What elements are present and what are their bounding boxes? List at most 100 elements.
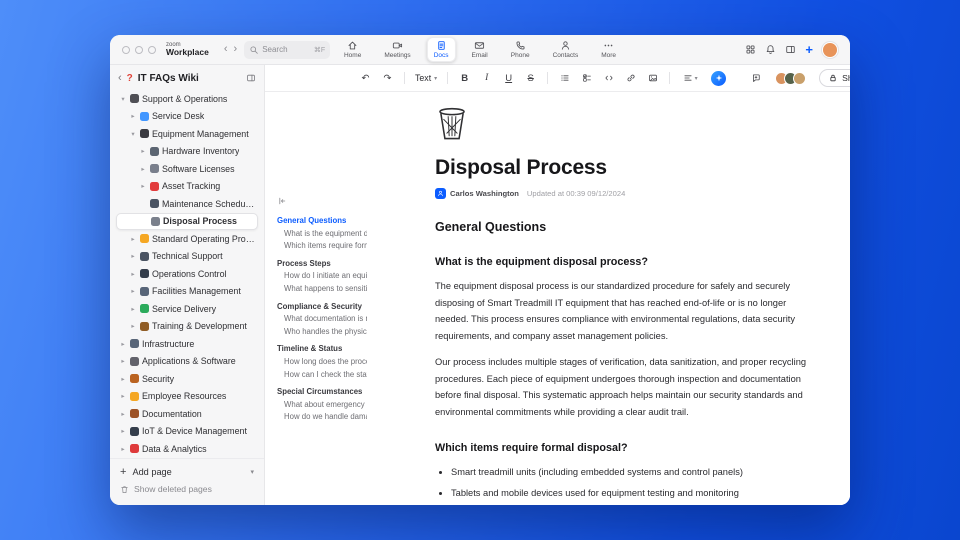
tab-contacts[interactable]: Contacts — [546, 37, 586, 62]
logo-workplace: Workplace — [166, 47, 209, 58]
sidebar-item[interactable]: ▸ Hardware Inventory — [116, 143, 258, 161]
chevron-right-icon: ▸ — [141, 165, 145, 173]
comment-button[interactable] — [747, 70, 764, 87]
docs-folder-icon — [130, 409, 139, 419]
outline-item[interactable]: Which items require formal ... — [277, 240, 367, 253]
sidebar-item[interactable]: ▸ Asset Tracking — [116, 178, 258, 196]
apps-icon — [130, 356, 139, 366]
outline-item[interactable]: Who handles the physical di... — [277, 326, 367, 339]
server-icon — [130, 339, 139, 349]
outline-item[interactable]: How can I check the status ... — [277, 369, 367, 382]
chevron-right-icon: ▸ — [141, 148, 145, 156]
sidebar-item[interactable]: ▸ Service Desk — [116, 108, 258, 126]
outline-item[interactable]: Compliance & Security — [277, 301, 367, 314]
redo-button[interactable]: ↷ — [379, 70, 396, 87]
align-dropdown[interactable]: ▾ — [678, 70, 702, 87]
doc-canvas[interactable]: General Questions What is the equipment d… — [265, 92, 850, 505]
outline-item[interactable]: What about emergency dis... — [277, 399, 367, 412]
sidebar-item[interactable]: ▸ Security — [116, 370, 258, 388]
sidebar-item[interactable]: ▸ Operations Control — [116, 265, 258, 283]
new-button[interactable]: + — [805, 43, 813, 56]
user-avatar[interactable] — [822, 41, 838, 58]
toolbar-divider — [404, 72, 405, 84]
sidebar-item-label: Asset Tracking — [162, 181, 221, 192]
window-minimize-button[interactable] — [135, 45, 143, 54]
code-icon[interactable] — [600, 70, 617, 87]
sidebar-item[interactable]: ▸ Documentation — [116, 405, 258, 423]
chevron-down-icon[interactable]: ▾ — [250, 468, 254, 476]
tab-label: Email — [471, 52, 488, 59]
image-icon[interactable] — [644, 70, 661, 87]
window-zoom-button[interactable] — [148, 45, 156, 54]
bullet-list-icon[interactable] — [556, 70, 573, 87]
bold-button[interactable]: B — [456, 70, 473, 87]
undo-button[interactable]: ↶ — [357, 70, 374, 87]
bullet-item: Tablets and mobile devices used for equi… — [451, 488, 817, 498]
outline-item[interactable]: Special Circumstances — [277, 386, 367, 399]
outline-item[interactable]: How long does the process ... — [277, 356, 367, 369]
apps-grid-icon[interactable] — [745, 44, 756, 55]
strikethrough-button[interactable]: S — [522, 70, 539, 87]
outline-item[interactable]: How do I initiate an equipm... — [277, 270, 367, 283]
link-icon[interactable] — [622, 70, 639, 87]
search-shortcut: ⌘F — [313, 46, 326, 54]
sidebar-item[interactable]: ▸ Applications & Software — [116, 353, 258, 371]
sidebar-toggle-icon[interactable] — [785, 44, 796, 55]
global-search-input[interactable]: Search ⌘F — [244, 40, 331, 59]
sidebar-item[interactable]: ▸ Standard Operating Procedures — [116, 230, 258, 248]
show-deleted-button[interactable]: Show deleted pages — [120, 481, 254, 497]
chevron-right-icon: ▸ — [121, 358, 125, 366]
add-page-button[interactable]: + Add page ▾ — [120, 463, 254, 481]
outline-item[interactable]: How do we handle damage... — [277, 411, 367, 424]
outline-collapse-button[interactable] — [277, 196, 367, 206]
outline-item[interactable]: What documentation is req... — [277, 313, 367, 326]
outline-item[interactable]: General Questions — [277, 215, 367, 228]
todo-list-icon[interactable] — [578, 70, 595, 87]
sidebar-item[interactable]: ▸ Training & Development — [116, 318, 258, 336]
text-style-dropdown[interactable]: Text ▾ — [413, 73, 439, 83]
underline-button[interactable]: U — [500, 70, 517, 87]
sidebar-item[interactable]: ▾ Support & Operations — [116, 90, 258, 108]
sidebar-back-button[interactable]: ‹ — [118, 72, 122, 84]
nav-forward-button[interactable]: › — [231, 44, 241, 55]
sidebar-item[interactable]: Disposal Process — [116, 212, 258, 230]
collaborator-avatars[interactable] — [775, 71, 807, 85]
tab-email[interactable]: Email — [465, 37, 495, 62]
sidebar-item[interactable]: Maintenance Schedules — [116, 195, 258, 213]
nav-back-button[interactable]: ‹ — [221, 44, 231, 55]
wiki-title: IT FAQs Wiki — [137, 72, 199, 84]
sidebar-item-label: Training & Development — [152, 321, 247, 332]
tab-phone[interactable]: Phone — [504, 37, 537, 62]
sidebar-item[interactable]: ▸ IoT & Device Management — [116, 423, 258, 441]
chevron-right-icon: ▸ — [121, 410, 125, 418]
sidebar-item[interactable]: ▸ Facilities Management — [116, 283, 258, 301]
sidebar-item-label: Disposal Process — [163, 216, 237, 227]
doc-paragraph: Our process includes multiple stages of … — [435, 357, 807, 417]
sidebar-item[interactable]: ▾ Equipment Management — [116, 125, 258, 143]
tab-docs[interactable]: Docs — [426, 37, 456, 62]
italic-button[interactable]: I — [478, 70, 495, 87]
tab-meetings[interactable]: Meetings — [377, 37, 417, 62]
tab-label: More — [601, 52, 617, 59]
sidebar-item[interactable]: ▸ Software Licenses — [116, 160, 258, 178]
sidebar-item[interactable]: ▸ Infrastructure — [116, 335, 258, 353]
window-close-button[interactable] — [122, 45, 130, 54]
sidebar-toggle-icon[interactable] — [246, 73, 256, 83]
share-button[interactable]: Share — [819, 69, 850, 87]
equipment-icon — [140, 129, 149, 139]
outline-item[interactable]: Process Steps — [277, 258, 367, 271]
ai-companion-button[interactable] — [711, 70, 727, 86]
sidebar-item[interactable]: ▸ Employee Resources — [116, 388, 258, 406]
sidebar-item[interactable]: ▸ Data & Analytics — [116, 440, 258, 458]
tab-home[interactable]: Home — [337, 37, 368, 62]
sidebar-item-label: Technical Support — [152, 251, 223, 262]
sidebar-item[interactable]: ▸ Service Delivery — [116, 300, 258, 318]
bell-icon[interactable] — [765, 44, 776, 55]
outline-item[interactable]: What is the equipment disp... — [277, 228, 367, 241]
doc-byline: Carlos Washington Updated at 00:39 09/12… — [435, 188, 817, 199]
headset-icon — [140, 111, 149, 121]
outline-item[interactable]: Timeline & Status — [277, 343, 367, 356]
tab-more[interactable]: More — [594, 37, 623, 62]
sidebar-item[interactable]: ▸ Technical Support — [116, 248, 258, 266]
outline-item[interactable]: What happens to sensitive ... — [277, 283, 367, 296]
